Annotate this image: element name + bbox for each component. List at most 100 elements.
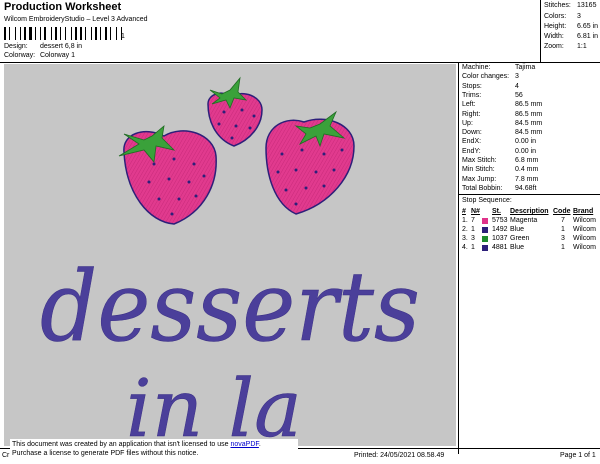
stop-cell-num: 3. xyxy=(462,235,468,242)
barcode-bar xyxy=(4,27,6,40)
stop-cell-code: 1 xyxy=(561,244,565,251)
width-label: Width: xyxy=(544,33,564,40)
stop-cell-brand: Wilcom xyxy=(573,226,596,233)
notice-text-end: . xyxy=(258,441,261,448)
barcode-bar xyxy=(102,27,104,40)
stop-cell-st: 5753 xyxy=(492,217,508,224)
barcode-bar xyxy=(108,27,109,40)
barcode-bar xyxy=(116,27,117,40)
info-label: Max Jump: xyxy=(462,175,497,183)
info-value: 86.5 mm xyxy=(515,110,543,118)
barcode-bar xyxy=(44,27,46,40)
info-label: Total Bobbin: xyxy=(462,184,503,192)
barcode-suffix: 1 xyxy=(121,33,125,40)
color-swatch xyxy=(482,227,488,233)
design-text-line2: in la xyxy=(126,362,302,446)
info-label: Down: xyxy=(462,129,482,137)
stop-row: 3. 3 1037 Green 3 Wilcom xyxy=(462,235,600,244)
design-field: Design: dessert 6,8 in xyxy=(4,43,82,50)
design-label: Design: xyxy=(4,43,28,50)
barcode-bar xyxy=(118,27,120,40)
info-label: EndY: xyxy=(462,147,481,155)
stop-cell-n: 1 xyxy=(471,244,475,251)
info-label: Min Stitch: xyxy=(462,166,495,174)
barcode-bar xyxy=(78,27,79,40)
machine-info-row: Color changes: 3 xyxy=(462,73,598,82)
info-value: Tajima xyxy=(515,64,536,71)
stop-cell-brand: Wilcom xyxy=(573,217,596,224)
novapdf-link[interactable]: novaPDF xyxy=(230,441,258,448)
notice-line1: This document was created by an applicat… xyxy=(12,440,296,449)
design-value: dessert 6,8 in xyxy=(39,43,82,50)
barcode-bar xyxy=(105,27,107,40)
machine-info-row: Max Jump: 7.8 mm xyxy=(462,176,598,185)
info-label: Up: xyxy=(462,119,473,127)
stop-cell-description: Blue xyxy=(510,226,525,233)
stop-cell-description: Magenta xyxy=(510,217,538,224)
height-value: 6.65 in xyxy=(577,23,599,30)
info-value: 94.68ft xyxy=(515,184,537,192)
machine-info-row: Machine: Tajima xyxy=(462,64,598,73)
machine-info-row: Up: 84.5 mm xyxy=(462,120,598,129)
info-value: 86.5 mm xyxy=(515,101,543,109)
barcode-bar xyxy=(47,27,50,40)
machine-info-row: EndY: 0.00 in xyxy=(462,148,598,157)
barcode-bar xyxy=(29,27,32,40)
height-label: Height: xyxy=(544,23,567,30)
barcode-bar xyxy=(27,27,28,40)
barcode-bar xyxy=(15,27,16,40)
strawberry-left-icon xyxy=(118,125,217,225)
barcode-bar xyxy=(40,27,41,40)
info-value: 84.5 mm xyxy=(515,129,543,137)
stop-sequence-table: # N# St. Description Code Brand 1. 7 5753 M… xyxy=(462,208,600,253)
info-value: 0.00 in xyxy=(515,138,537,146)
info-value: 56 xyxy=(515,91,523,99)
stop-cell-brand: Wilcom xyxy=(573,235,596,242)
col-n: N# xyxy=(471,208,480,215)
col-description: Description xyxy=(510,208,549,215)
barcode-bar xyxy=(73,27,74,40)
zoom-label: Zoom: xyxy=(544,43,564,50)
barcode-bar xyxy=(110,27,111,40)
stop-cell-brand: Wilcom xyxy=(573,244,596,251)
barcode-bar xyxy=(60,27,61,40)
barcode-bar xyxy=(24,27,26,40)
stop-table-header: # N# St. Description Code Brand xyxy=(462,208,600,217)
barcode-bar xyxy=(67,27,70,40)
barcode-bar xyxy=(53,27,54,40)
barcode-bar xyxy=(11,27,14,40)
stop-row: 4. 1 4881 Blue 1 Wilcom xyxy=(462,244,600,253)
stop-sequence-title: Stop Sequence: xyxy=(462,197,512,204)
color-swatch xyxy=(482,236,488,242)
software-subtitle: Wilcom EmbroideryStudio – Level 3 Advanc… xyxy=(4,16,148,23)
barcode-bar xyxy=(62,27,64,40)
barcode-bar xyxy=(35,27,36,40)
stop-cell-description: Blue xyxy=(510,244,525,251)
barcode-bar xyxy=(95,27,97,40)
colors-row: Colors: 3 xyxy=(544,13,600,20)
barcode-bar xyxy=(58,27,59,40)
col-code: Code xyxy=(553,208,571,215)
stop-cell-st: 4881 xyxy=(492,244,508,251)
barcode-bar xyxy=(17,27,19,40)
barcode-bar xyxy=(87,27,90,40)
machine-info-row: EndX: 0.00 in xyxy=(462,138,598,147)
stop-row: 2. 1 1492 Blue 1 Wilcom xyxy=(462,226,600,235)
barcode-bar xyxy=(100,27,101,40)
col-brand: Brand xyxy=(573,208,594,215)
barcode xyxy=(4,27,129,40)
barcode-bar xyxy=(42,27,43,40)
stitches-value: 13165 xyxy=(577,2,597,9)
machine-info-row: Max Stitch: 6.8 mm xyxy=(462,157,598,166)
info-value: 7.8 mm xyxy=(515,175,539,183)
worksheet-title: Production Worksheet xyxy=(4,1,122,13)
info-value: 3 xyxy=(515,73,519,81)
machine-info-row: Total Bobbin: 94.68ft xyxy=(462,185,598,194)
stop-cell-st: 1037 xyxy=(492,235,508,242)
info-value: 4 xyxy=(515,82,519,90)
width-row: Width: 6.81 in xyxy=(544,33,600,40)
stop-cell-st: 1492 xyxy=(492,226,508,233)
barcode-bar xyxy=(112,27,115,40)
notice-line2: Purchase a license to generate PDF files… xyxy=(12,450,199,457)
info-value: 0.4 mm xyxy=(515,166,539,174)
